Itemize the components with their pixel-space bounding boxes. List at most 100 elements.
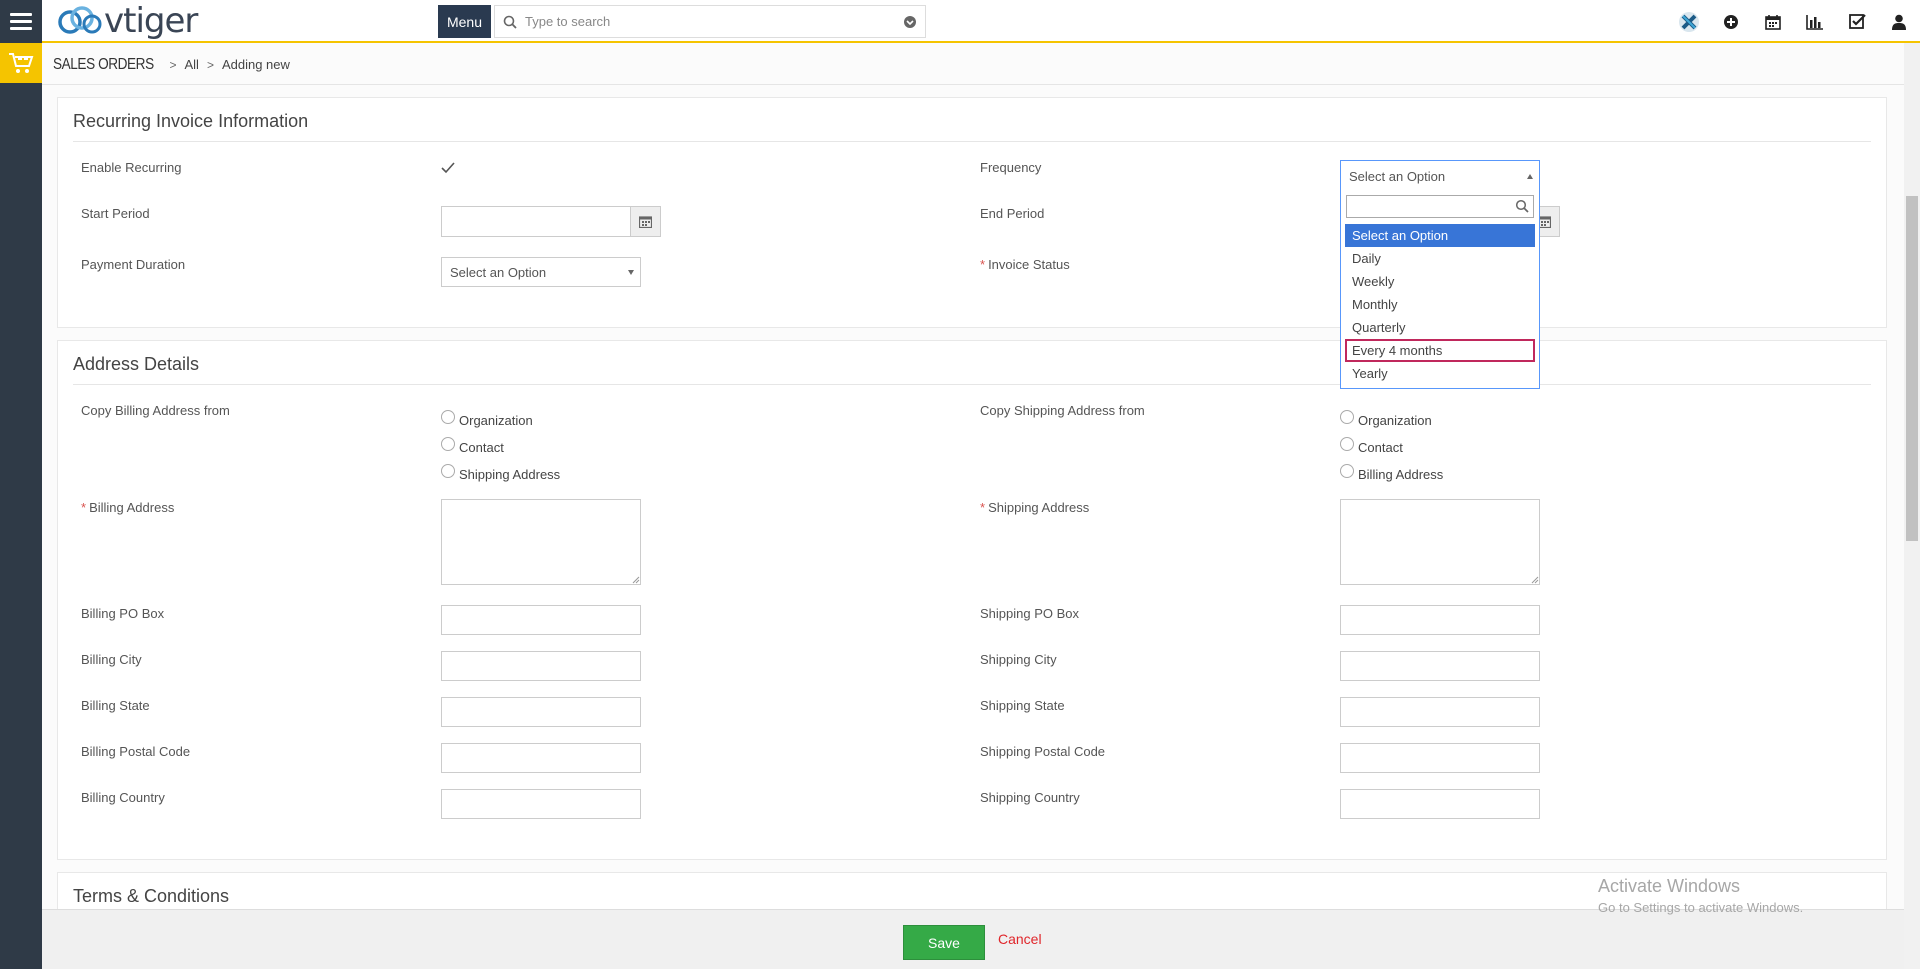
- copy-billing-shipping[interactable]: Shipping Address: [441, 463, 561, 482]
- shipping-country-label: Shipping Country: [980, 790, 1080, 805]
- radio-label: Shipping Address: [459, 467, 561, 482]
- breadcrumb-separator: >: [206, 57, 214, 72]
- radio-button[interactable]: [441, 436, 455, 451]
- billing-address-label: * Billing Address: [81, 500, 174, 515]
- billing-postal-input[interactable]: [441, 743, 641, 773]
- radio-button[interactable]: [1340, 436, 1354, 451]
- radio-label: Organization: [1358, 413, 1432, 428]
- billing-state-label: Billing State: [81, 698, 150, 713]
- shipping-address-label-text: Shipping Address: [988, 500, 1090, 515]
- block-title: Recurring Invoice Information: [73, 111, 309, 131]
- copy-billing-contact[interactable]: Contact: [441, 436, 504, 455]
- calendar-icon[interactable]: [1752, 0, 1794, 43]
- billing-postal-label: Billing Postal Code: [81, 744, 191, 759]
- shipping-state-input[interactable]: [1340, 697, 1540, 727]
- radio-button[interactable]: [1340, 409, 1354, 424]
- calendar-icon[interactable]: [630, 207, 660, 236]
- global-search[interactable]: [494, 5, 926, 38]
- logo-text: vtiger: [104, 1, 198, 41]
- user-icon[interactable]: [1878, 0, 1920, 43]
- billing-country-label: Billing Country: [81, 790, 165, 805]
- search-options-icon[interactable]: [903, 15, 917, 29]
- frequency-select[interactable]: Select an Option: [1340, 160, 1540, 192]
- option-quarterly[interactable]: Quarterly: [1345, 316, 1535, 339]
- option-weekly[interactable]: Weekly: [1345, 270, 1535, 293]
- reports-icon[interactable]: [1794, 0, 1836, 43]
- chevron-down-icon: [628, 270, 634, 275]
- shipping-state-label: Shipping State: [980, 698, 1065, 713]
- block-title: Address Details: [73, 354, 200, 374]
- menu-button[interactable]: Menu: [438, 5, 491, 38]
- shipping-address-wrapper: [1340, 499, 1540, 585]
- option-every-4-months[interactable]: Every 4 months: [1345, 339, 1535, 362]
- resize-grip-icon[interactable]: [1531, 576, 1539, 584]
- activate-windows-subtitle: Go to Settings to activate Windows.: [1598, 900, 1804, 915]
- billing-country-input[interactable]: [441, 789, 641, 819]
- shipping-pobox-label: Shipping PO Box: [980, 606, 1080, 621]
- payment-duration-select[interactable]: Select an Option: [441, 257, 641, 287]
- page-scrollbar-thumb[interactable]: [1906, 196, 1918, 541]
- shipping-postal-label: Shipping Postal Code: [980, 744, 1106, 759]
- option-monthly[interactable]: Monthly: [1345, 293, 1535, 316]
- end-period-label: End Period: [980, 206, 1045, 221]
- vtiger-logo[interactable]: vtiger: [56, 1, 198, 41]
- breadcrumb: SALES ORDERS > All > Adding new: [42, 45, 1904, 85]
- dropdown-options: Select an Option Daily Weekly Monthly Qu…: [1345, 224, 1535, 385]
- shipping-postal-input[interactable]: [1340, 743, 1540, 773]
- block-divider: [73, 141, 1871, 142]
- shipping-country-input[interactable]: [1340, 789, 1540, 819]
- invoice-status-label-text: Invoice Status: [988, 257, 1070, 272]
- required-marker: *: [980, 257, 986, 272]
- copy-shipping-contact[interactable]: Contact: [1340, 436, 1403, 455]
- app-menu-icon[interactable]: [0, 0, 42, 43]
- sales-order-module-icon[interactable]: [0, 43, 42, 83]
- resize-grip-icon[interactable]: [632, 576, 640, 584]
- breadcrumb-all[interactable]: All: [185, 57, 199, 72]
- billing-state-input[interactable]: [441, 697, 641, 727]
- billing-city-label: Billing City: [81, 652, 142, 667]
- copy-shipping-billing[interactable]: Billing Address: [1340, 463, 1444, 482]
- billing-address-textarea[interactable]: [441, 499, 641, 585]
- enable-recurring-checkbox[interactable]: [440, 160, 456, 176]
- vtiger-x-icon[interactable]: [1668, 0, 1710, 43]
- option-select-an-option[interactable]: Select an Option: [1345, 224, 1535, 247]
- copy-shipping-organization[interactable]: Organization: [1340, 409, 1432, 428]
- breadcrumb-current: Adding new: [221, 57, 290, 72]
- dropdown-search-input[interactable]: [1346, 195, 1534, 218]
- search-icon: [503, 15, 517, 29]
- save-button[interactable]: Save: [903, 925, 985, 960]
- radio-button[interactable]: [441, 463, 455, 478]
- radio-label: Billing Address: [1358, 467, 1444, 482]
- shipping-city-input[interactable]: [1340, 651, 1540, 681]
- billing-pobox-input[interactable]: [441, 605, 641, 635]
- radio-label: Organization: [459, 413, 533, 428]
- tasks-icon[interactable]: [1836, 0, 1878, 43]
- activate-windows-title: Activate Windows: [1598, 876, 1741, 896]
- radio-button[interactable]: [1340, 463, 1354, 478]
- required-marker: *: [980, 500, 986, 515]
- radio-button[interactable]: [441, 409, 455, 424]
- chevron-up-icon: [1527, 174, 1533, 179]
- top-icons: [1668, 0, 1920, 43]
- search-icon: [1515, 199, 1529, 213]
- top-bar: vtiger Menu: [0, 0, 1920, 43]
- shipping-address-textarea[interactable]: [1340, 499, 1540, 585]
- billing-city-input[interactable]: [441, 651, 641, 681]
- frequency-label: Frequency: [980, 160, 1042, 175]
- quick-create-icon[interactable]: [1710, 0, 1752, 43]
- breadcrumb-module[interactable]: SALES ORDERS: [53, 56, 154, 74]
- shipping-city-label: Shipping City: [980, 652, 1057, 667]
- shipping-pobox-input[interactable]: [1340, 605, 1540, 635]
- shipping-address-label: * Shipping Address: [980, 500, 1089, 515]
- copy-billing-label: Copy Billing Address from: [81, 403, 230, 418]
- copy-billing-organization[interactable]: Organization: [441, 409, 533, 428]
- option-yearly[interactable]: Yearly: [1345, 362, 1535, 385]
- search-input[interactable]: [525, 14, 903, 29]
- start-period-field[interactable]: [441, 206, 661, 237]
- invoice-status-label: * Invoice Status: [980, 257, 1070, 272]
- payment-duration-label: Payment Duration: [81, 257, 186, 272]
- option-daily[interactable]: Daily: [1345, 247, 1535, 270]
- left-sidebar: [0, 43, 42, 969]
- cancel-link[interactable]: Cancel: [998, 931, 1042, 947]
- address-details-block: Address Details: [57, 340, 1887, 860]
